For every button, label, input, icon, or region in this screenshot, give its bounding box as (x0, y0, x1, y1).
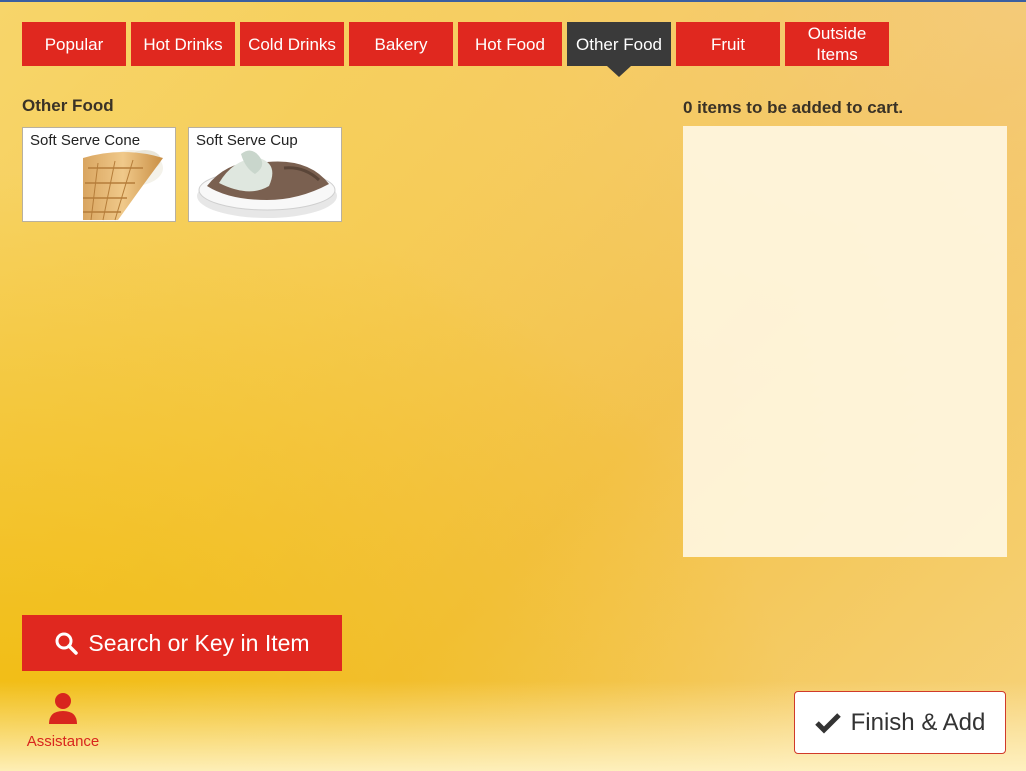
tab-cold-drinks[interactable]: Cold Drinks (240, 22, 344, 66)
cart-list[interactable] (683, 126, 1007, 557)
tab-popular[interactable]: Popular (22, 22, 126, 66)
search-button-label: Search or Key in Item (88, 629, 310, 656)
tab-bakery[interactable]: Bakery (349, 22, 453, 66)
item-soft-serve-cone[interactable]: Soft Serve Cone (22, 127, 176, 222)
checkmark-icon (814, 712, 841, 734)
person-icon (49, 693, 77, 724)
item-label: Soft Serve Cup (196, 132, 298, 149)
search-button[interactable]: Search or Key in Item (22, 615, 342, 671)
finish-add-label: Finish & Add (850, 708, 986, 736)
tab-other-food[interactable]: Other Food (567, 22, 671, 77)
category-tabs: Popular Hot Drinks Cold Drinks Bakery Ho… (22, 22, 889, 77)
assistance-button[interactable]: Assistance (22, 692, 104, 750)
tab-outside-items[interactable]: Outside Items (785, 22, 889, 66)
section-title: Other Food (22, 96, 114, 115)
item-grid: Soft Serve Cone Soft Serve Cup (22, 127, 342, 222)
item-soft-serve-cup[interactable]: Soft Serve Cup (188, 127, 342, 222)
tab-hot-drinks[interactable]: Hot Drinks (131, 22, 235, 66)
item-label: Soft Serve Cone (30, 132, 141, 149)
window-top-border (0, 0, 1026, 2)
assistance-label: Assistance (26, 733, 100, 750)
tab-hot-food[interactable]: Hot Food (458, 22, 562, 66)
tab-fruit[interactable]: Fruit (676, 22, 780, 66)
cart-status: 0 items to be added to cart. (683, 98, 904, 117)
search-icon (55, 632, 79, 655)
finish-add-button[interactable]: Finish & Add (794, 691, 1006, 754)
